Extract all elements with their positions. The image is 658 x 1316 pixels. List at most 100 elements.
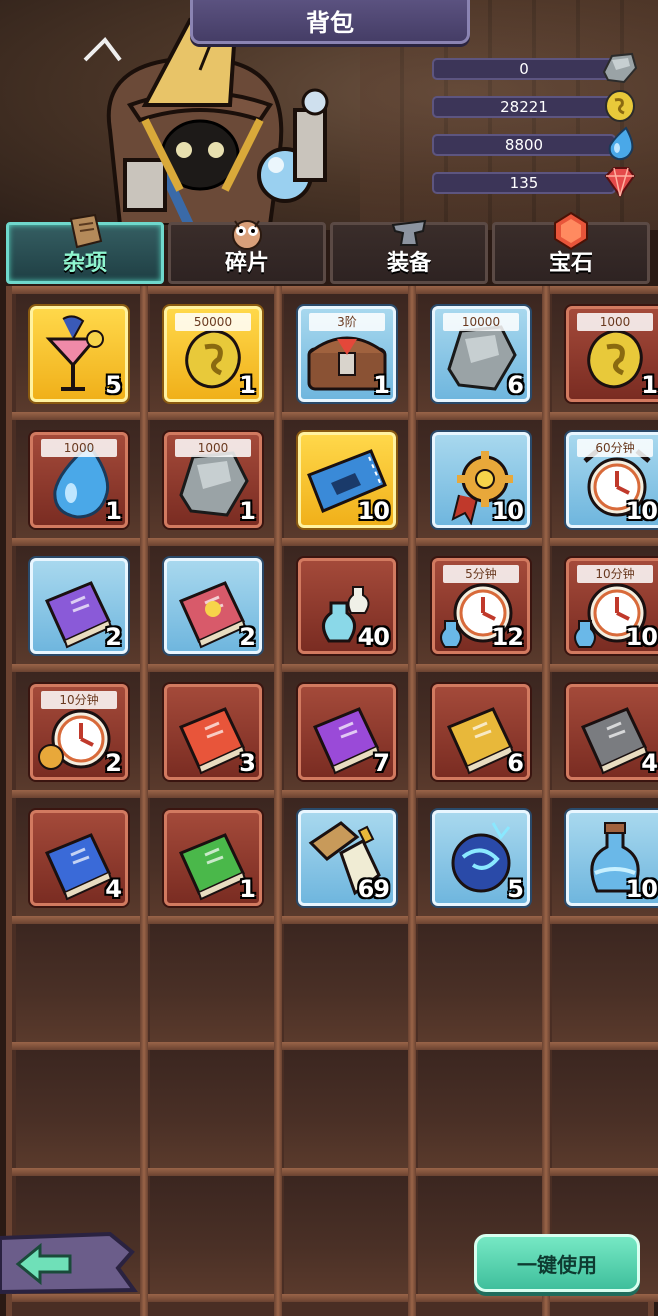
inventory-item[interactable]: 50000 1 bbox=[164, 306, 262, 402]
shelf-board bbox=[12, 664, 658, 672]
shelf-slot bbox=[150, 1176, 276, 1294]
inventory-item[interactable]: 3 bbox=[164, 684, 262, 780]
item-count: 3 bbox=[239, 749, 256, 777]
inventory-item[interactable]: 4 bbox=[566, 684, 658, 780]
shelf-slot bbox=[150, 924, 276, 1042]
resource-gem: 135 bbox=[432, 167, 642, 198]
inventory-item[interactable]: 10 bbox=[298, 432, 396, 528]
item-count: 40 bbox=[357, 623, 390, 651]
tab-gems[interactable]: 宝石 bbox=[492, 211, 650, 284]
resource-value: 28221 bbox=[432, 96, 616, 118]
inventory-item[interactable]: 5分钟 12 bbox=[432, 558, 530, 654]
item-tag: 10000 bbox=[443, 313, 519, 331]
inventory-item[interactable]: 60分钟 10 bbox=[566, 432, 658, 528]
inventory-item[interactable]: 10分钟 10 bbox=[566, 558, 658, 654]
item-tag: 10分钟 bbox=[41, 691, 117, 709]
shelf-board bbox=[12, 916, 658, 924]
item-tag: 1000 bbox=[577, 313, 653, 331]
item-count: 1 bbox=[641, 371, 658, 399]
tab-label: 宝石 bbox=[548, 251, 593, 276]
inventory-item[interactable]: 2 bbox=[30, 558, 128, 654]
inventory-item[interactable]: 4 bbox=[30, 810, 128, 906]
item-count: 1 bbox=[373, 371, 390, 399]
item-count: 6 bbox=[507, 371, 524, 399]
item-count: 10 bbox=[625, 875, 658, 903]
inventory-shelf: 5 50000 1 3阶 1 10000 6 1000 1 1000 1 1000 1 10 bbox=[6, 286, 658, 1316]
inventory-item[interactable]: 1000 1 bbox=[30, 432, 128, 528]
page-title: 背包 bbox=[190, 0, 470, 44]
item-tag: 3阶 bbox=[309, 313, 385, 331]
item-count: 10 bbox=[625, 497, 658, 525]
item-count: 12 bbox=[491, 623, 524, 651]
item-count: 4 bbox=[105, 875, 122, 903]
resource-stone: 0 bbox=[432, 52, 642, 84]
item-tag: 60分钟 bbox=[577, 439, 653, 457]
inventory-item[interactable]: 5 bbox=[432, 810, 530, 906]
shelf-board bbox=[12, 412, 658, 420]
shelf-slot bbox=[552, 924, 658, 1042]
inventory-item[interactable]: 1000 1 bbox=[566, 306, 658, 402]
resource-value: 8800 bbox=[432, 134, 616, 156]
item-count: 7 bbox=[373, 749, 390, 777]
shelf-board bbox=[12, 286, 658, 294]
item-tag: 50000 bbox=[175, 313, 251, 331]
item-tag: 5分钟 bbox=[443, 565, 519, 583]
tab-misc[interactable]: 杂项 bbox=[6, 213, 164, 284]
item-count: 1 bbox=[239, 497, 256, 525]
item-count: 2 bbox=[105, 749, 122, 777]
shelf-slot bbox=[284, 1050, 410, 1168]
shelf-slot bbox=[284, 924, 410, 1042]
inventory-item[interactable]: 69 bbox=[298, 810, 396, 906]
shelf-board bbox=[12, 1042, 658, 1050]
resource-water: 8800 bbox=[432, 126, 642, 161]
item-count: 2 bbox=[105, 623, 122, 651]
item-count: 10 bbox=[357, 497, 390, 525]
shelf-post bbox=[274, 286, 282, 1316]
shelf-post bbox=[140, 286, 148, 1316]
resource-value: 0 bbox=[432, 58, 616, 80]
inventory-item[interactable]: 3阶 1 bbox=[298, 306, 396, 402]
inventory-item[interactable]: 7 bbox=[298, 684, 396, 780]
shelf-board bbox=[12, 1168, 658, 1176]
inventory-item[interactable]: 1 bbox=[164, 810, 262, 906]
item-count: 69 bbox=[357, 875, 390, 903]
item-count: 10 bbox=[625, 623, 658, 651]
tab-label: 杂项 bbox=[62, 251, 107, 276]
shelf-slot bbox=[16, 1050, 142, 1168]
resource-list: 0 28221 8800 135 bbox=[432, 52, 642, 208]
inventory-item[interactable]: 10分钟 2 bbox=[30, 684, 128, 780]
inventory-item[interactable]: 10000 6 bbox=[432, 306, 530, 402]
shelf-slot bbox=[284, 1176, 410, 1294]
item-tag: 10分钟 bbox=[577, 565, 653, 583]
inventory-item[interactable]: 2 bbox=[164, 558, 262, 654]
shelf-slot bbox=[418, 924, 544, 1042]
tab-fragments[interactable]: 碎片 bbox=[168, 220, 326, 284]
item-count: 1 bbox=[239, 875, 256, 903]
resource-coin: 28221 bbox=[432, 90, 642, 122]
item-count: 1 bbox=[105, 497, 122, 525]
inventory-item[interactable]: 10 bbox=[432, 432, 530, 528]
tab-label: 装备 bbox=[386, 251, 431, 276]
resource-value: 135 bbox=[432, 172, 616, 194]
shelf-slot bbox=[150, 1050, 276, 1168]
shelf-post bbox=[542, 286, 550, 1316]
stone-icon bbox=[602, 52, 638, 84]
inventory-item[interactable]: 6 bbox=[432, 684, 530, 780]
inventory-item[interactable]: 5 bbox=[30, 306, 128, 402]
inventory-item[interactable]: 10 bbox=[566, 810, 658, 906]
item-count: 4 bbox=[641, 749, 658, 777]
use-all-button[interactable]: 一键使用 bbox=[474, 1234, 640, 1292]
shelf-board bbox=[12, 790, 658, 798]
back-arrow-icon[interactable] bbox=[0, 1228, 140, 1298]
shelf-slot bbox=[552, 1050, 658, 1168]
item-count: 6 bbox=[507, 749, 524, 777]
inventory-item[interactable]: 40 bbox=[298, 558, 396, 654]
item-count: 5 bbox=[105, 371, 122, 399]
item-count: 10 bbox=[491, 497, 524, 525]
inventory-item[interactable]: 1000 1 bbox=[164, 432, 262, 528]
item-count: 2 bbox=[239, 623, 256, 651]
tab-equipment[interactable]: 装备 bbox=[330, 219, 488, 284]
shelf-slot bbox=[418, 1050, 544, 1168]
item-count: 1 bbox=[239, 371, 256, 399]
shelf-slot bbox=[16, 924, 142, 1042]
